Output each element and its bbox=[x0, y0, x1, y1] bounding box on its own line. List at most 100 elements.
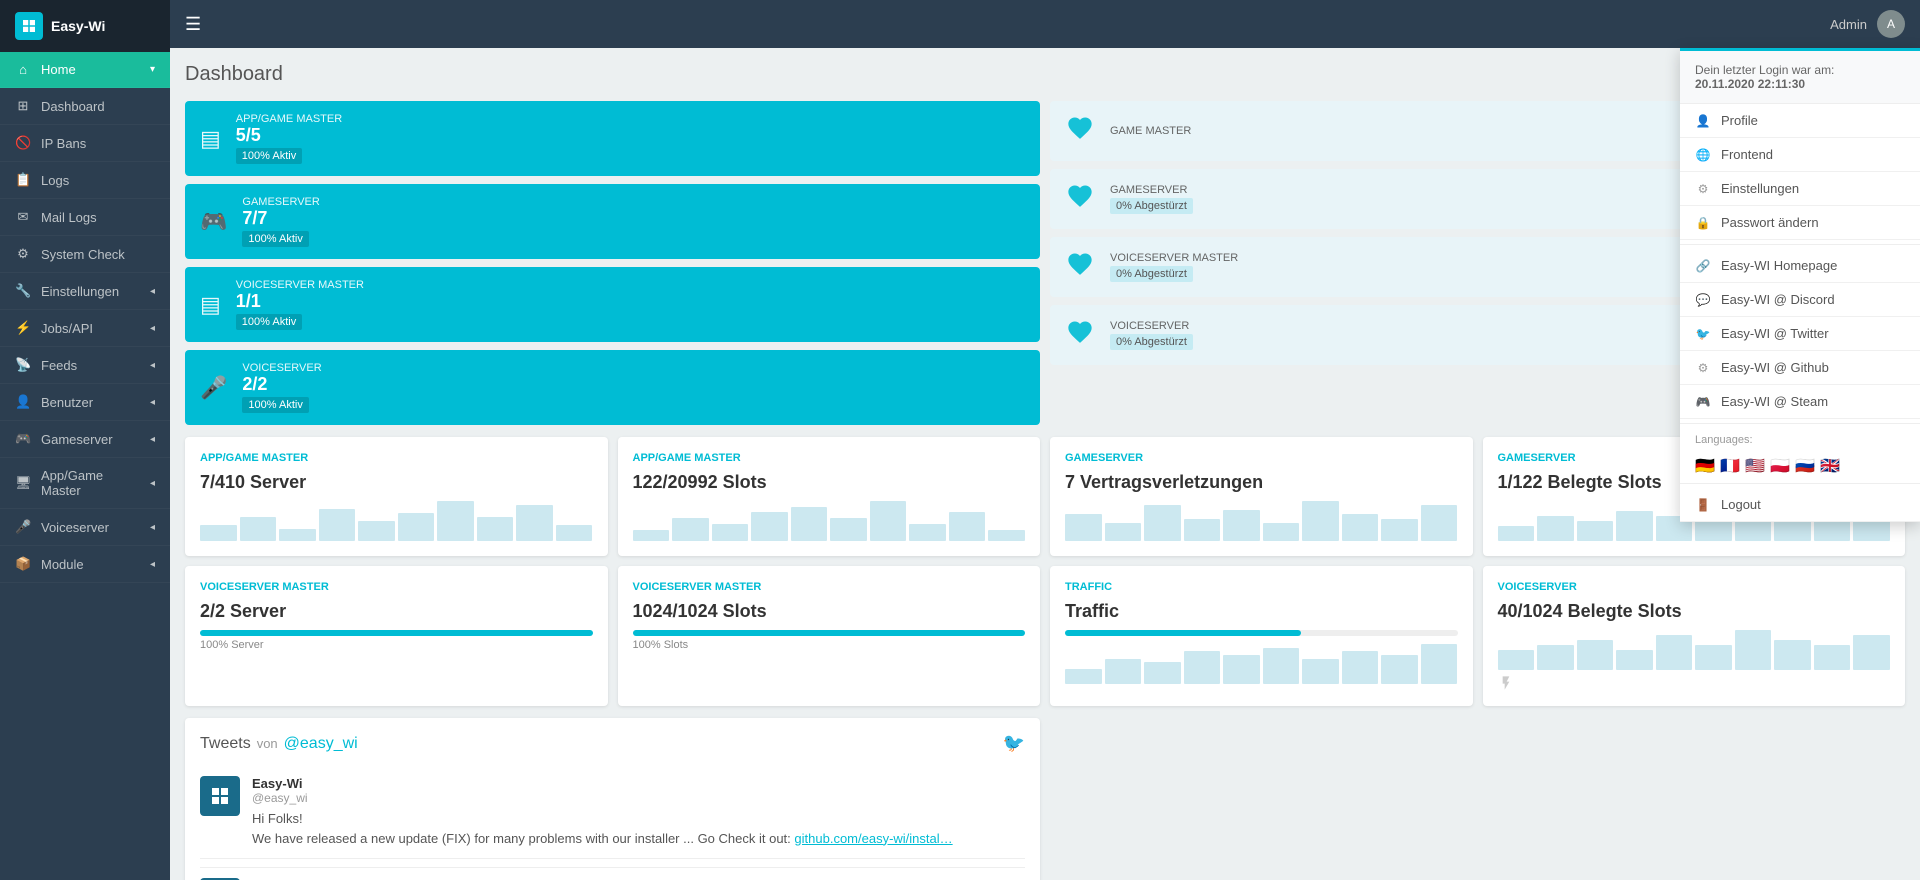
chevron-app-game: ◂ bbox=[150, 478, 155, 489]
steam-label: Easy-WI @ Steam bbox=[1721, 394, 1828, 409]
app-game-master-card-value: 5/5 bbox=[236, 125, 1025, 146]
dropdown-twitter[interactable]: 🐦 Easy-WI @ Twitter bbox=[1680, 317, 1920, 351]
vs-master-card-title: VOICESERVER MASTER bbox=[236, 279, 1025, 291]
chart-bar bbox=[1184, 651, 1221, 684]
chart-bar bbox=[1381, 519, 1418, 541]
chart-bar bbox=[1577, 640, 1614, 670]
topbar-right[interactable]: Admin A bbox=[1830, 10, 1905, 38]
flag-de[interactable]: 🇩🇪 bbox=[1695, 456, 1715, 469]
chevron-einstellungen: ◂ bbox=[150, 286, 155, 297]
dropdown-menu: Dein letzter Login war am: 20.11.2020 22… bbox=[1680, 48, 1920, 522]
content-area: Dashboard ▤ APP/GAME MASTER 5/5 100% Akt… bbox=[170, 48, 1920, 880]
summary-row-1: APP/GAME MASTER 7/410 Server APP/GAME MA… bbox=[185, 437, 1905, 556]
chart-bar bbox=[200, 525, 237, 541]
pulse-vs-status: 0% Abgestürzt bbox=[1110, 334, 1193, 350]
sidebar-label-jobs-api: Jobs/API bbox=[41, 321, 93, 336]
chart-bar bbox=[477, 517, 514, 541]
flag-fr[interactable]: 🇫🇷 bbox=[1720, 456, 1740, 469]
dropdown-frontend[interactable]: 🌐 Frontend bbox=[1680, 138, 1920, 172]
chart-bar bbox=[1695, 645, 1732, 670]
sidebar-item-home[interactable]: ⌂ Home ▾ bbox=[0, 52, 170, 88]
chart-bar bbox=[1105, 659, 1142, 684]
stat-card-gameserver[interactable]: 🎮 GAMESERVER 7/7 100% Aktiv bbox=[185, 184, 1040, 259]
steam-icon: 🎮 bbox=[1695, 395, 1711, 409]
chart-bar bbox=[556, 525, 593, 541]
sidebar-label-gameserver: Gameserver bbox=[41, 432, 113, 447]
sidebar-item-jobs-api[interactable]: ⚡ Jobs/API ◂ bbox=[0, 310, 170, 347]
voiceserver-status: 100% Aktiv bbox=[242, 397, 308, 413]
chart-bar bbox=[1853, 635, 1890, 670]
tweet-link[interactable]: github.com/easy-wi/instal… bbox=[794, 831, 952, 846]
module-icon: 📦 bbox=[15, 556, 31, 572]
chevron-jobs: ◂ bbox=[150, 323, 155, 334]
dropdown-einstellungen[interactable]: ⚙ Einstellungen bbox=[1680, 172, 1920, 206]
summary-vsm-slots: VOICESERVER MASTER 1024/1024 Slots 100% … bbox=[618, 566, 1041, 706]
dropdown-profile[interactable]: 👤 Profile bbox=[1680, 104, 1920, 138]
chart-bar bbox=[1498, 526, 1535, 541]
sidebar-item-module[interactable]: 📦 Module ◂ bbox=[0, 546, 170, 583]
dropdown-divider-1 bbox=[1680, 244, 1920, 245]
summary-agm-servers-value: 7/410 Server bbox=[200, 472, 593, 493]
sidebar-item-feeds[interactable]: 📡 Feeds ◂ bbox=[0, 347, 170, 384]
chart-bar bbox=[279, 529, 316, 541]
sidebar-item-app-game-master[interactable]: 🖥 App/Game Master ◂ bbox=[0, 458, 170, 509]
voiceserver-card-title: VOICESERVER bbox=[242, 362, 1025, 374]
dropdown-steam[interactable]: 🎮 Easy-WI @ Steam bbox=[1680, 385, 1920, 419]
tweets-header: Tweets von @easy_wi 🐦 bbox=[200, 733, 1025, 754]
feeds-icon: 📡 bbox=[15, 357, 31, 373]
stat-card-voiceserver[interactable]: 🎤 VOICESERVER 2/2 100% Aktiv bbox=[185, 350, 1040, 425]
app-logo-icon bbox=[15, 12, 43, 40]
sidebar-label-ip-bans: IP Bans bbox=[41, 136, 86, 151]
sidebar-label-feeds: Feeds bbox=[41, 358, 77, 373]
stat-card-app-game-master[interactable]: ▤ APP/GAME MASTER 5/5 100% Aktiv bbox=[185, 101, 1040, 176]
summary-gs-chart bbox=[1065, 501, 1458, 541]
chart-bar bbox=[1144, 505, 1181, 541]
voiceserver-icon: 🎤 bbox=[15, 519, 31, 535]
dropdown-passwort[interactable]: 🔒 Passwort ändern bbox=[1680, 206, 1920, 240]
dropdown-homepage[interactable]: 🔗 Easy-WI Homepage bbox=[1680, 249, 1920, 283]
pulse-gs-status: 0% Abgestürzt bbox=[1110, 198, 1193, 214]
summary-vs-slots-chart bbox=[1498, 630, 1891, 670]
dropdown-discord[interactable]: 💬 Easy-WI @ Discord bbox=[1680, 283, 1920, 317]
hamburger-button[interactable]: ☰ bbox=[185, 14, 201, 35]
chart-bar bbox=[1616, 650, 1653, 670]
einstellungen-dd-icon: ⚙ bbox=[1695, 182, 1711, 196]
sidebar-item-system-check[interactable]: ⚙ System Check bbox=[0, 236, 170, 273]
sidebar-label-voiceserver: Voiceserver bbox=[41, 520, 109, 535]
linked-tweet: easy-wi/installer Easy-Wi Installer. Con… bbox=[200, 867, 1025, 880]
flag-us[interactable]: 🇺🇸 bbox=[1745, 456, 1765, 469]
flag-ru[interactable]: 🇷🇺 bbox=[1795, 456, 1815, 469]
sidebar-item-dashboard[interactable]: ⊞ Dashboard bbox=[0, 88, 170, 125]
app-game-master-card-info: APP/GAME MASTER 5/5 100% Aktiv bbox=[236, 113, 1025, 164]
vs-master-status: 100% Aktiv bbox=[236, 314, 302, 330]
sidebar-item-gameserver[interactable]: 🎮 Gameserver ◂ bbox=[0, 421, 170, 458]
chart-bar bbox=[1735, 630, 1772, 670]
sidebar-item-logs[interactable]: 📋 Logs bbox=[0, 162, 170, 199]
dropdown-logout[interactable]: 🚪 Logout bbox=[1680, 488, 1920, 522]
summary-vs-slots: VOICESERVER 40/1024 Belegte Slots bbox=[1483, 566, 1906, 706]
summary-row-2: VOICESERVER MASTER 2/2 Server 100% Serve… bbox=[185, 566, 1905, 706]
twitter-icon: 🐦 bbox=[1695, 327, 1711, 341]
flag-pl[interactable]: 🇵🇱 bbox=[1770, 456, 1790, 469]
sidebar-item-ip-bans[interactable]: 🚫 IP Bans bbox=[0, 125, 170, 162]
chart-bar bbox=[988, 530, 1025, 541]
left-stat-cards: ▤ APP/GAME MASTER 5/5 100% Aktiv 🎮 GAMES… bbox=[185, 101, 1040, 425]
profile-label: Profile bbox=[1721, 113, 1758, 128]
summary-traffic-title: TRAFFIC bbox=[1065, 581, 1458, 593]
chart-bar bbox=[516, 505, 553, 541]
summary-agm-servers-title: APP/GAME MASTER bbox=[200, 452, 593, 464]
sidebar-item-mail-logs[interactable]: ✉ Mail Logs bbox=[0, 199, 170, 236]
topbar-left: ☰ bbox=[185, 14, 201, 35]
dropdown-github[interactable]: ⚙ Easy-WI @ Github bbox=[1680, 351, 1920, 385]
chart-bar bbox=[712, 524, 749, 541]
chart-bar bbox=[1537, 516, 1574, 541]
stat-card-vs-master[interactable]: ▤ VOICESERVER MASTER 1/1 100% Aktiv bbox=[185, 267, 1040, 342]
flag-gb[interactable]: 🇬🇧 bbox=[1820, 456, 1840, 469]
chart-bar bbox=[672, 518, 709, 541]
sidebar-item-einstellungen[interactable]: 🔧 Einstellungen ◂ bbox=[0, 273, 170, 310]
main-area: ☰ Admin A Dashboard ▤ APP/GAME MASTER 5/… bbox=[170, 0, 1920, 880]
tweets-title: Tweets bbox=[200, 735, 251, 753]
chart-bar bbox=[1302, 501, 1339, 541]
sidebar-item-voiceserver[interactable]: 🎤 Voiceserver ◂ bbox=[0, 509, 170, 546]
sidebar-item-benutzer[interactable]: 👤 Benutzer ◂ bbox=[0, 384, 170, 421]
